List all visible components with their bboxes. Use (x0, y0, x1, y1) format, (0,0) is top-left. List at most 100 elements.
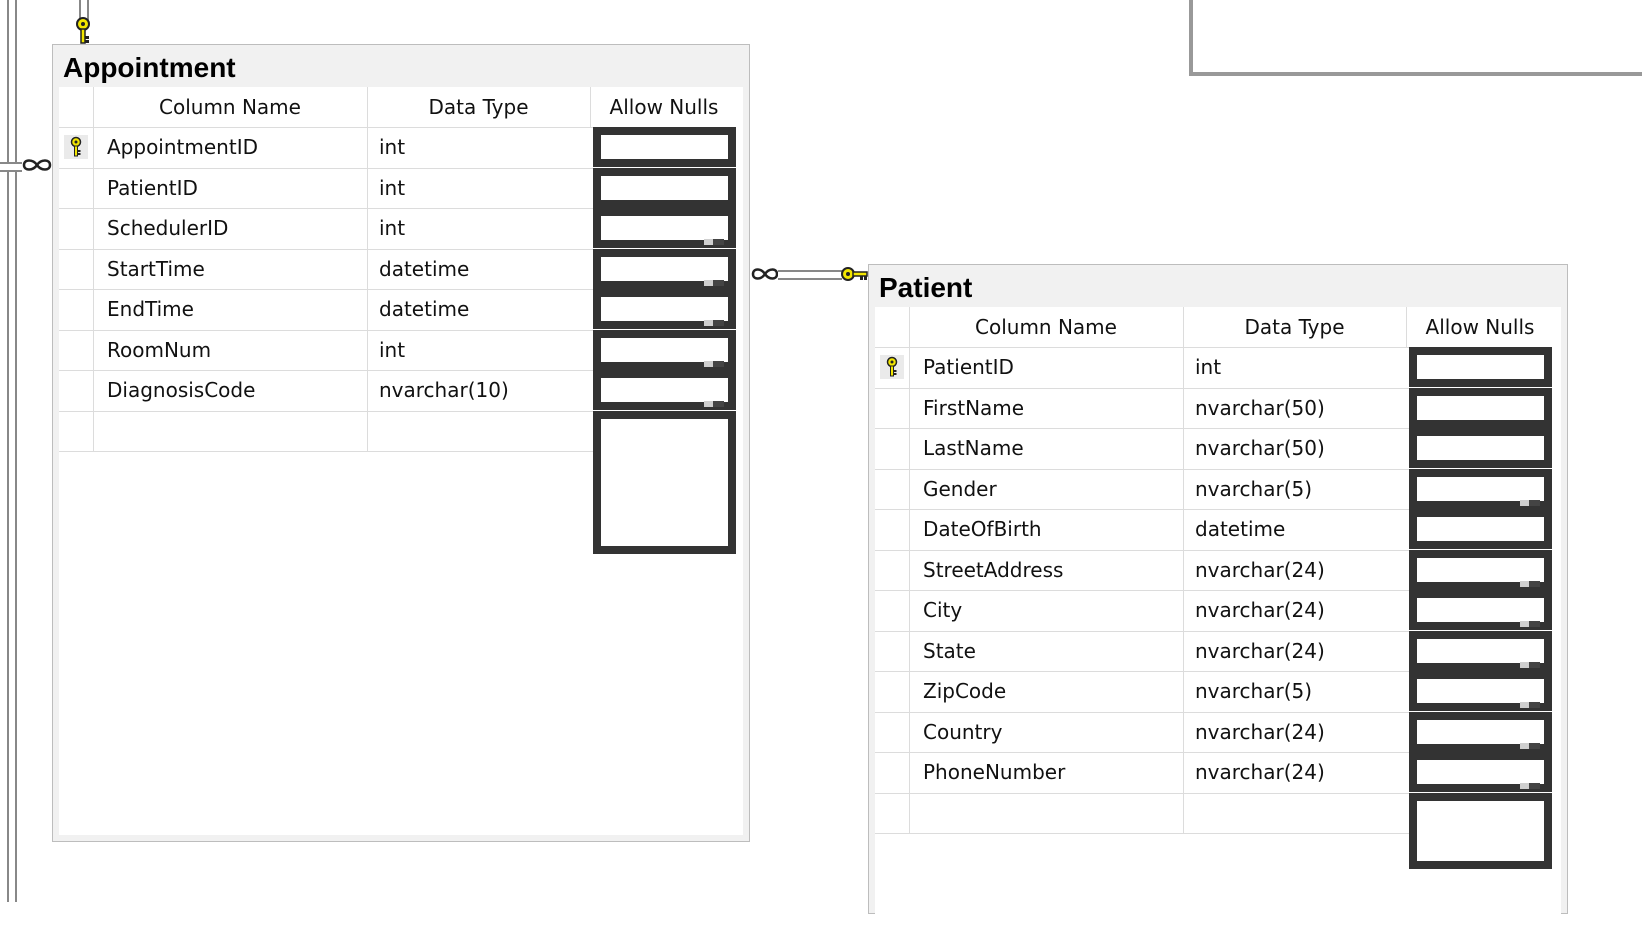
column-name-cell[interactable]: PatientID (923, 347, 1014, 387)
allow-nulls-checkbox[interactable] (1409, 671, 1552, 711)
table-row[interactable]: StartTime datetime (59, 248, 743, 289)
data-type-cell[interactable]: int (379, 168, 405, 208)
data-type-cell[interactable]: int (379, 127, 405, 167)
row-selector[interactable] (59, 330, 93, 370)
table-row[interactable]: LastName nvarchar(50) (875, 428, 1561, 468)
table-row[interactable]: PatientID int (59, 167, 743, 208)
header-column-name[interactable]: Column Name (909, 307, 1183, 347)
column-name-cell[interactable]: ZipCode (923, 671, 1006, 711)
partial-table-frame[interactable] (1189, 0, 1642, 76)
data-type-cell[interactable]: datetime (1195, 509, 1285, 549)
row-selector[interactable] (875, 428, 909, 468)
data-type-cell[interactable]: nvarchar(24) (1195, 752, 1325, 792)
allow-nulls-checkbox[interactable] (593, 289, 736, 329)
column-name-cell[interactable]: Country (923, 712, 1002, 752)
allow-nulls-checkbox[interactable] (593, 208, 736, 248)
allow-nulls-checkbox[interactable] (593, 248, 736, 289)
row-selector[interactable] (875, 388, 909, 428)
row-selector[interactable] (59, 370, 93, 410)
table-row[interactable]: StreetAddress nvarchar(24) (875, 549, 1561, 590)
row-selector[interactable] (875, 590, 909, 630)
data-type-cell[interactable]: int (1195, 347, 1221, 387)
column-name-cell[interactable]: RoomNum (107, 330, 211, 370)
column-name-cell[interactable]: FirstName (923, 388, 1024, 428)
data-type-cell[interactable]: nvarchar(5) (1195, 469, 1312, 509)
column-name-cell[interactable]: LastName (923, 428, 1024, 468)
table-appointment[interactable]: Appointment Column Name Data Type Allow … (52, 44, 750, 842)
header-column-name[interactable]: Column Name (93, 87, 367, 127)
allow-nulls-checkbox[interactable] (593, 370, 736, 410)
row-selector[interactable] (875, 671, 909, 711)
allow-nulls-checkbox[interactable] (593, 167, 736, 208)
header-allow-nulls[interactable]: Allow Nulls (590, 87, 738, 127)
column-name-cell[interactable]: StartTime (107, 249, 205, 289)
allow-nulls-checkbox[interactable] (1409, 752, 1552, 792)
row-selector[interactable] (875, 550, 909, 590)
allow-nulls-checkbox[interactable] (593, 329, 736, 370)
allow-nulls-checkbox[interactable] (1409, 549, 1552, 590)
table-patient[interactable]: Patient Column Name Data Type Allow Null… (868, 264, 1568, 927)
table-row[interactable]: RoomNum int (59, 329, 743, 370)
column-name-cell[interactable]: PatientID (107, 168, 198, 208)
allow-nulls-checkbox[interactable] (1409, 387, 1552, 428)
header-allow-nulls[interactable]: Allow Nulls (1406, 307, 1554, 347)
table-row[interactable]: Country nvarchar(24) (875, 711, 1561, 752)
table-row[interactable]: PatientID int (875, 347, 1561, 387)
row-selector[interactable] (875, 752, 909, 792)
table-row[interactable]: SchedulerID int (59, 208, 743, 248)
column-name-cell[interactable]: Gender (923, 469, 997, 509)
table-row[interactable]: EndTime datetime (59, 289, 743, 329)
column-name-cell[interactable]: State (923, 631, 976, 671)
row-selector[interactable] (875, 469, 909, 509)
table-row[interactable]: City nvarchar(24) (875, 590, 1561, 630)
data-type-cell[interactable]: nvarchar(24) (1195, 631, 1325, 671)
data-type-cell[interactable]: int (379, 330, 405, 370)
row-selector[interactable] (59, 289, 93, 329)
allow-nulls-checkbox[interactable] (1409, 428, 1552, 468)
allow-nulls-empty-box[interactable] (593, 410, 736, 554)
row-selector[interactable] (59, 249, 93, 289)
table-row[interactable]: DiagnosisCode nvarchar(10) (59, 370, 743, 410)
header-data-type[interactable]: Data Type (367, 87, 590, 127)
allow-nulls-checkbox[interactable] (1409, 468, 1552, 509)
table-row[interactable]: DateOfBirth datetime (875, 509, 1561, 549)
table-row[interactable]: AppointmentID int (59, 127, 743, 167)
data-type-cell[interactable]: nvarchar(50) (1195, 428, 1325, 468)
row-selector[interactable] (59, 168, 93, 208)
row-selector[interactable] (59, 208, 93, 248)
allow-nulls-checkbox[interactable] (1409, 590, 1552, 630)
column-name-cell[interactable]: DiagnosisCode (107, 370, 255, 410)
table-row[interactable]: ZipCode nvarchar(5) (875, 671, 1561, 711)
data-type-cell[interactable]: nvarchar(10) (379, 370, 509, 410)
column-name-cell[interactable]: EndTime (107, 289, 194, 329)
relationship-line-middle[interactable] (778, 270, 842, 280)
data-type-cell[interactable]: int (379, 208, 405, 248)
relationship-line-left-stub[interactable] (0, 162, 22, 172)
row-selector[interactable] (875, 712, 909, 752)
row-selector[interactable] (875, 347, 909, 387)
table-row[interactable]: State nvarchar(24) (875, 630, 1561, 671)
data-type-cell[interactable]: nvarchar(24) (1195, 590, 1325, 630)
data-type-cell[interactable]: nvarchar(24) (1195, 712, 1325, 752)
row-selector[interactable] (59, 411, 93, 451)
allow-nulls-checkbox[interactable] (1409, 630, 1552, 671)
row-selector[interactable] (875, 631, 909, 671)
allow-nulls-checkbox[interactable] (1409, 711, 1552, 752)
data-type-cell[interactable]: nvarchar(50) (1195, 388, 1325, 428)
diagram-canvas[interactable]: Appointment Column Name Data Type Allow … (0, 0, 1642, 927)
allow-nulls-checkbox[interactable] (593, 127, 736, 167)
column-name-cell[interactable]: DateOfBirth (923, 509, 1042, 549)
table-row[interactable]: Gender nvarchar(5) (875, 468, 1561, 509)
column-name-cell[interactable]: PhoneNumber (923, 752, 1065, 792)
column-name-cell[interactable]: SchedulerID (107, 208, 228, 248)
row-selector[interactable] (875, 793, 909, 833)
table-row[interactable]: PhoneNumber nvarchar(24) (875, 752, 1561, 792)
allow-nulls-empty-box[interactable] (1409, 792, 1552, 869)
relationship-line-left[interactable] (7, 0, 17, 902)
column-name-cell[interactable]: StreetAddress (923, 550, 1063, 590)
row-selector[interactable] (875, 509, 909, 549)
header-data-type[interactable]: Data Type (1183, 307, 1406, 347)
column-name-cell[interactable]: AppointmentID (107, 127, 258, 167)
allow-nulls-checkbox[interactable] (1409, 347, 1552, 387)
data-type-cell[interactable]: datetime (379, 249, 469, 289)
